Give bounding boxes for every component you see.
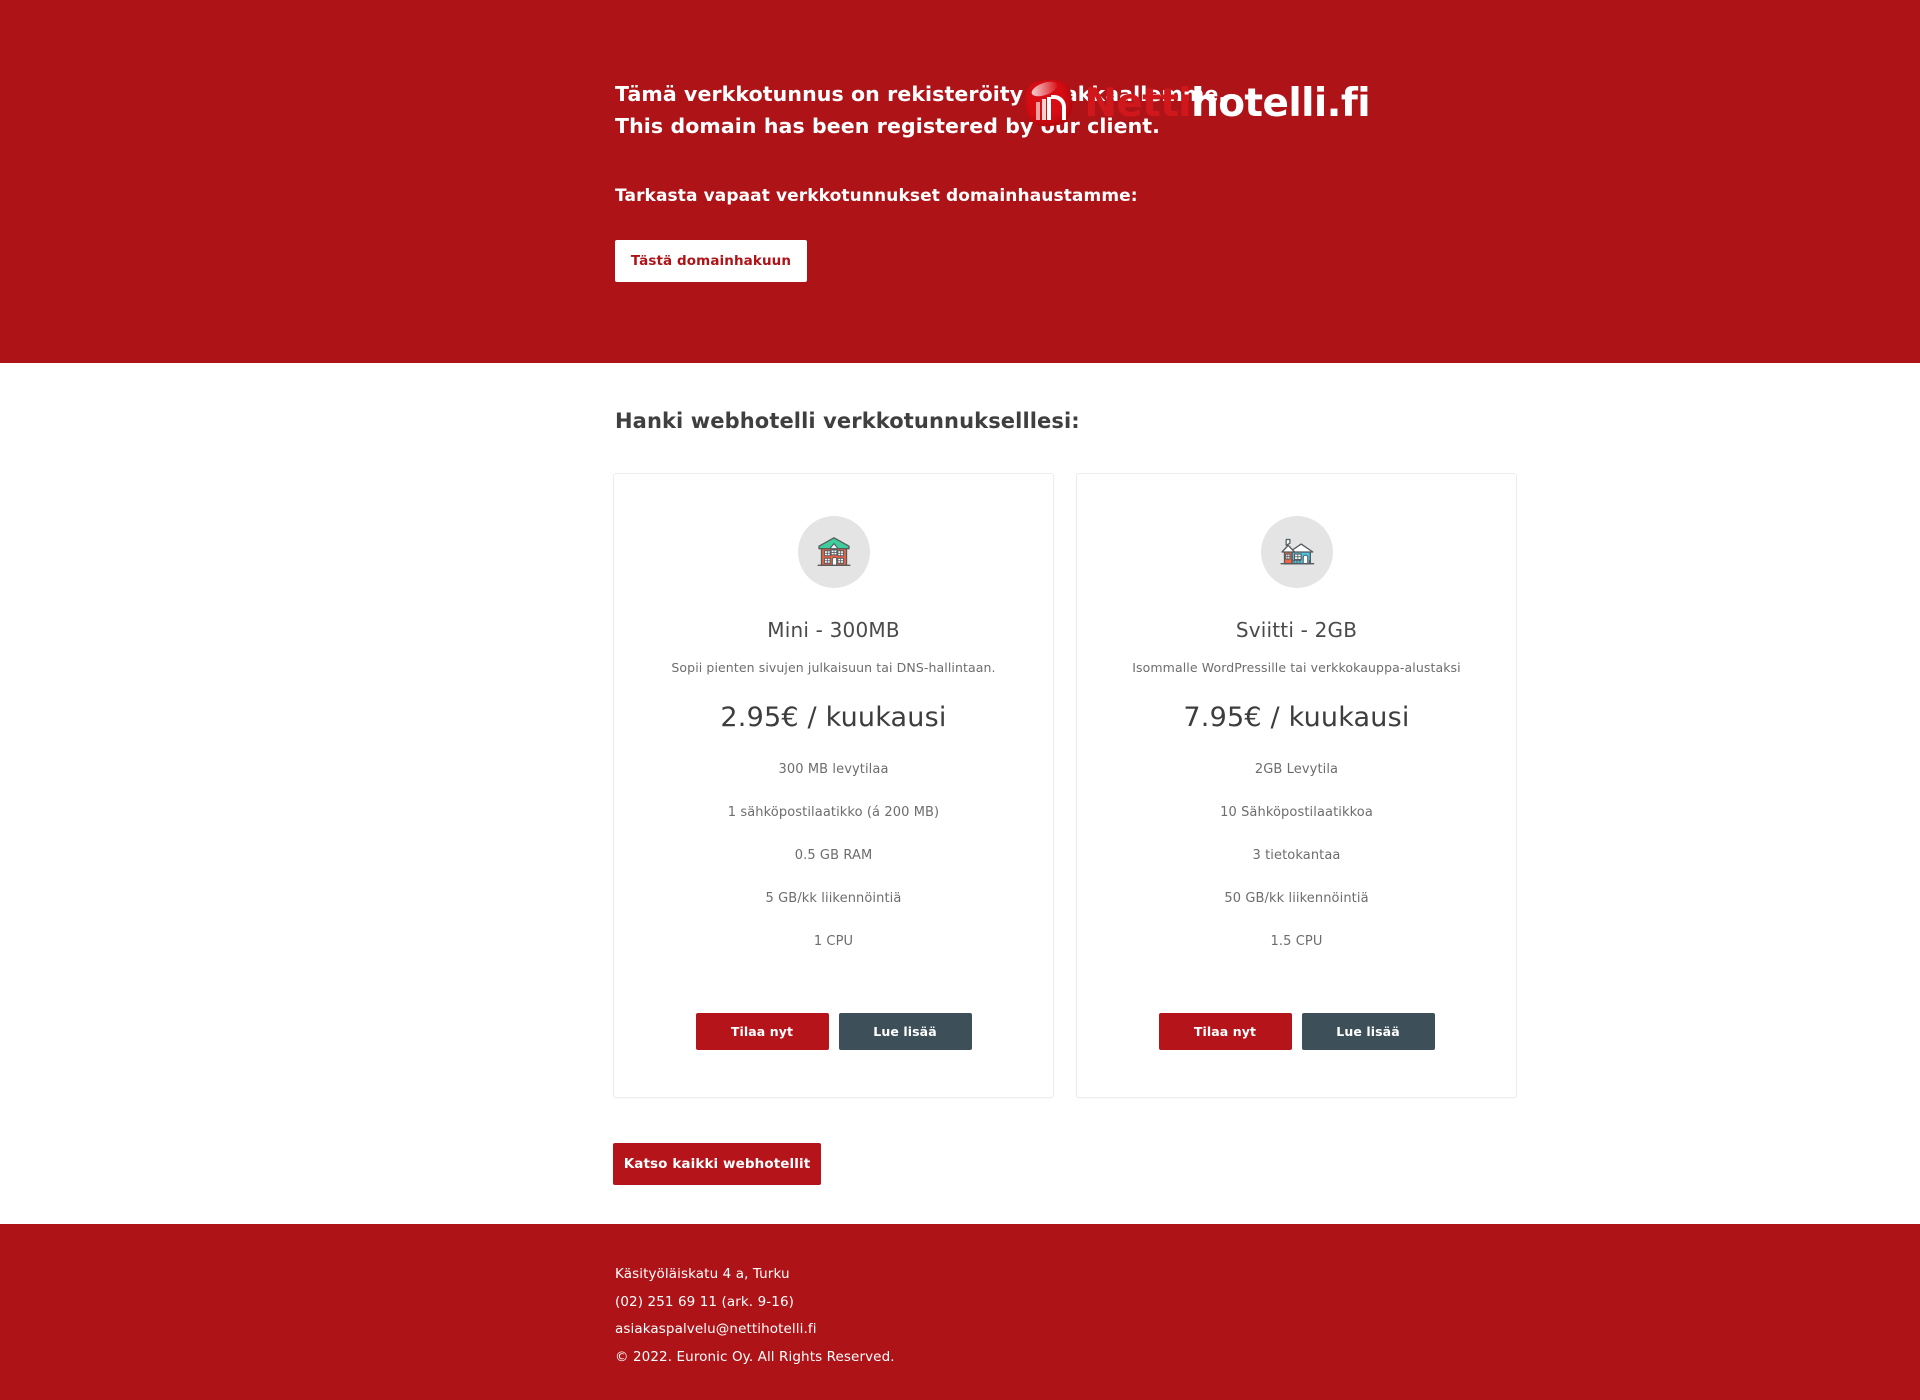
pricing-card-list: Mini - 300MB Sopii pienten sivujen julka… xyxy=(613,473,1517,1098)
hero-banner: Tämä verkkotunnus on rekisteröity asiakk… xyxy=(0,0,1920,363)
read-more-button[interactable]: Lue lisää xyxy=(1301,1013,1435,1050)
plan-feature: 10 Sähköpostilaatikkoa xyxy=(1220,805,1373,820)
plan-feature: 1 sähköpostilaatikko (á 200 MB) xyxy=(727,805,940,820)
pricing-card[interactable]: Mini - 300MB Sopii pienten sivujen julka… xyxy=(613,473,1054,1098)
plan-actions: Tilaa nyt Lue lisää xyxy=(1077,1013,1516,1050)
plan-feature-list: 300 MB levytilaa 1 sähköpostilaatikko (á… xyxy=(614,760,1053,975)
footer-contact: Käsityöläiskatu 4 a, Turku (02) 251 69 1… xyxy=(615,1261,895,1371)
plan-feature: 0.5 GB RAM xyxy=(794,848,873,863)
hero-subtitle: Tarkasta vapaat verkkotunnukset domainha… xyxy=(615,186,1138,206)
plan-feature: 1.5 CPU xyxy=(1270,934,1323,949)
order-now-button[interactable]: Tilaa nyt xyxy=(1158,1013,1292,1050)
plan-icon-circle xyxy=(1260,516,1333,588)
order-now-button[interactable]: Tilaa nyt xyxy=(695,1013,829,1050)
plan-feature: 300 MB levytilaa xyxy=(778,762,889,777)
site-footer: Käsityöläiskatu 4 a, Turku (02) 251 69 1… xyxy=(0,1224,1920,1400)
logo-wordmark: Nettihotelli.fi xyxy=(1084,84,1370,123)
logo-text-netti: Netti xyxy=(1084,80,1192,126)
pricing-card[interactable]: Sviitti - 2GB Isommalle WordPressille ta… xyxy=(1076,473,1517,1098)
plan-feature: 3 tietokantaa xyxy=(1252,848,1341,863)
plan-price: 7.95€ / kuukausi xyxy=(1183,702,1410,733)
logo-text-hotelli: hotelli.fi xyxy=(1191,80,1371,126)
plan-description: Isommalle WordPressille tai verkkokauppa… xyxy=(1132,660,1461,675)
page-title: Hanki webhotelli verkkotunnukselllesi: xyxy=(615,409,1080,433)
plan-name: Sviitti - 2GB xyxy=(1235,618,1358,642)
plan-actions: Tilaa nyt Lue lisää xyxy=(614,1013,1053,1050)
view-all-plans-button[interactable]: Katso kaikki webhotellit xyxy=(613,1143,821,1185)
plan-icon-circle xyxy=(797,516,870,588)
house-cottage-icon xyxy=(1280,538,1314,565)
plan-feature: 50 GB/kk liikennöintiä xyxy=(1224,891,1369,906)
domain-search-button[interactable]: Tästä domainhakuun xyxy=(615,240,807,282)
plan-feature-list: 2GB Levytila 10 Sähköpostilaatikkoa 3 ti… xyxy=(1077,760,1516,975)
footer-email[interactable]: asiakaspalvelu@nettihotelli.fi xyxy=(615,1316,895,1344)
footer-copyright: © 2022. Euronic Oy. All Rights Reserved. xyxy=(615,1348,895,1365)
plan-feature: 1 CPU xyxy=(813,934,854,949)
plan-feature: 5 GB/kk liikennöintiä xyxy=(765,891,902,906)
footer-phone: (02) 251 69 11 (ark. 9-16) xyxy=(615,1293,794,1310)
plan-description: Sopii pienten sivujen julkaisuun tai DNS… xyxy=(671,660,996,675)
plan-name: Mini - 300MB xyxy=(767,618,900,642)
plan-feature: 2GB Levytila xyxy=(1254,762,1339,777)
house-townhouse-icon xyxy=(817,537,850,566)
footer-address: Käsityöläiskatu 4 a, Turku xyxy=(615,1266,790,1282)
read-more-button[interactable]: Lue lisää xyxy=(838,1013,972,1050)
nettihotelli-logo-mark-icon xyxy=(1022,75,1078,131)
main-content: Hanki webhotelli verkkotunnukselllesi: M… xyxy=(0,363,1920,1224)
plan-price: 2.95€ / kuukausi xyxy=(720,702,947,733)
site-logo[interactable]: Nettihotelli.fi xyxy=(1022,72,1371,134)
